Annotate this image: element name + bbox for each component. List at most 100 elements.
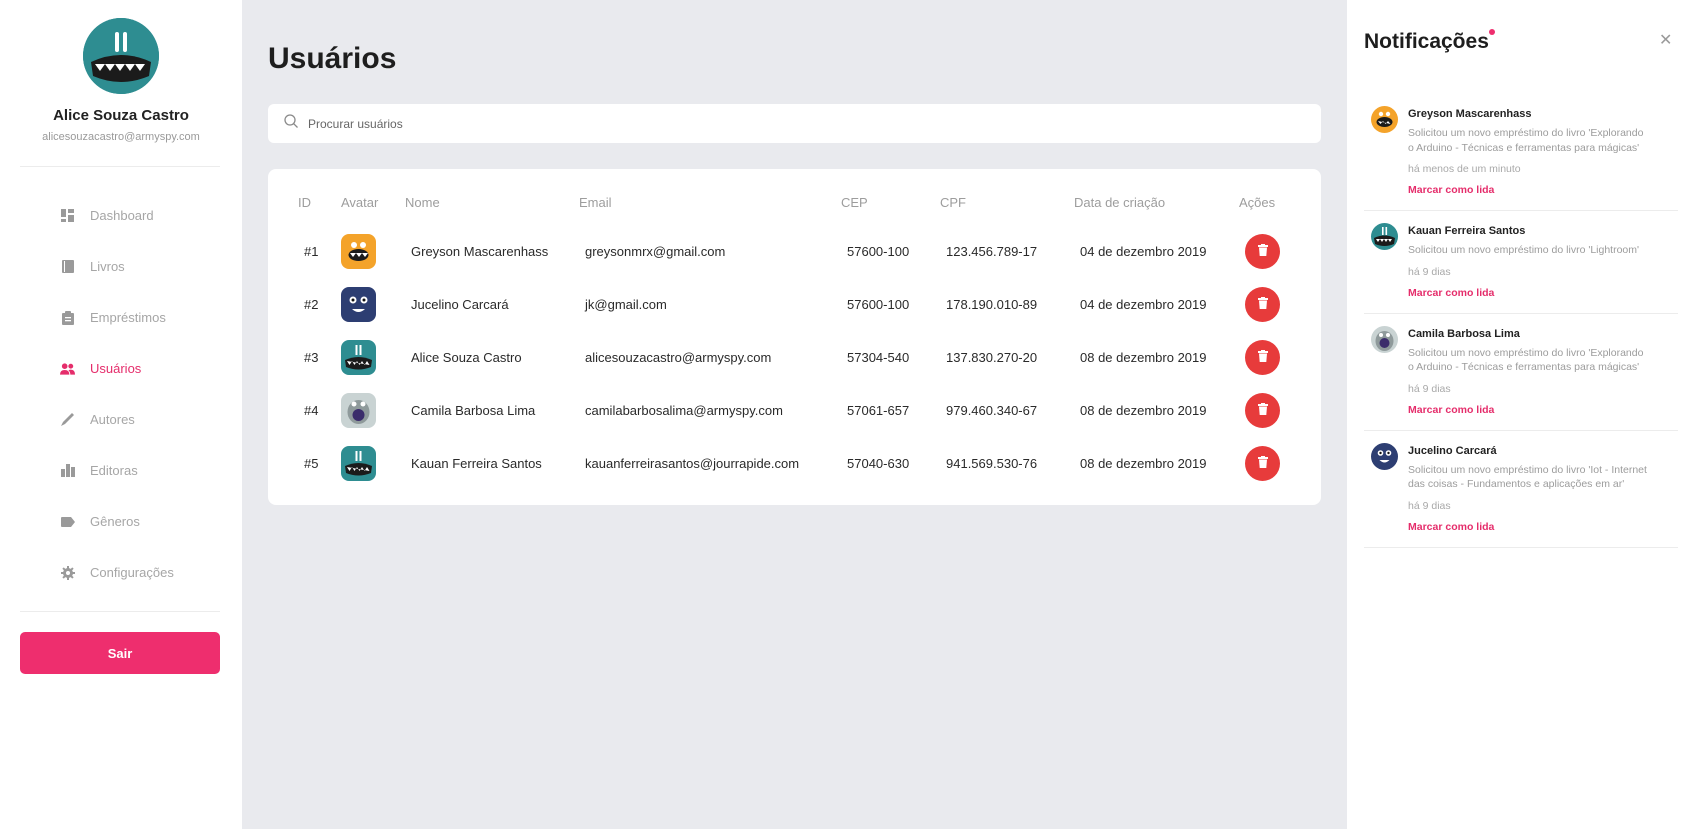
- trash-icon: [1257, 456, 1268, 471]
- trash-icon: [1257, 297, 1268, 312]
- cell-email: alicesouzacastro@armyspy.com: [585, 350, 772, 365]
- sidebar-item-livros[interactable]: Livros: [0, 241, 242, 292]
- close-icon[interactable]: ✕: [1659, 30, 1672, 50]
- cell-nome: Jucelino Carcará: [411, 297, 509, 312]
- logout-button[interactable]: Sair: [20, 632, 220, 674]
- orange-monster-avatar: [341, 234, 376, 269]
- notification-time: há 9 dias: [1408, 499, 1451, 512]
- gray-monster-avatar: [341, 393, 376, 428]
- cell-cep: 57600-100: [847, 297, 910, 312]
- trash-icon: [1257, 403, 1268, 418]
- table-header-row: ID Avatar Nome Email CEP CPF Data de cri…: [268, 169, 1321, 225]
- notification-item: Jucelino Carcará Solicitou um novo empré…: [1364, 431, 1678, 548]
- gear-icon: [60, 565, 75, 580]
- cell-nome: Kauan Ferreira Santos: [411, 456, 542, 471]
- cell-data: 08 de dezembro 2019: [1080, 403, 1207, 418]
- cell-id: #2: [304, 297, 319, 312]
- users-table-card: ID Avatar Nome Email CEP CPF Data de cri…: [268, 169, 1321, 505]
- profile-name: Alice Souza Castro: [53, 107, 189, 124]
- delete-user-button[interactable]: [1245, 234, 1280, 269]
- cell-cep: 57061-657: [847, 403, 910, 418]
- clipboard-icon: [60, 310, 75, 325]
- sidebar-item-editoras[interactable]: Editoras: [0, 445, 242, 496]
- sidebar-item-label: Usuários: [90, 361, 142, 376]
- cell-cep: 57600-100: [847, 244, 910, 259]
- table-row: #2 Jucelino Carcará jk@gmail.com 57600-1…: [268, 278, 1321, 331]
- sidebar-item-label: Dashboard: [90, 208, 154, 223]
- notification-item: Kauan Ferreira Santos Solicitou um novo …: [1364, 211, 1678, 314]
- sidebar-nav: Dashboard Livros Empréstimos Usuários Au…: [0, 190, 242, 598]
- delete-user-button[interactable]: [1245, 340, 1280, 375]
- cell-cep: 57304-540: [847, 350, 910, 365]
- notification-user: Camila Barbosa Lima: [1408, 327, 1520, 340]
- divider: [20, 611, 220, 612]
- mark-as-read-link[interactable]: Marcar como lida: [1408, 184, 1678, 196]
- cell-nome: Greyson Mascarenhass: [411, 244, 549, 259]
- teal-monster-avatar: [341, 340, 376, 375]
- column-header-cep: CEP: [841, 194, 868, 210]
- notifications-list: Greyson Mascarenhass Solicitou um novo e…: [1364, 94, 1678, 548]
- cell-cep: 57040-630: [847, 456, 910, 471]
- notifications-title: Notificações: [1364, 30, 1489, 53]
- cell-data: 04 de dezembro 2019: [1080, 297, 1207, 312]
- unread-dot: [1489, 29, 1495, 35]
- notification-message: Solicitou um novo empréstimo do livro 'E…: [1408, 127, 1644, 154]
- cell-id: #3: [304, 350, 319, 365]
- mark-as-read-link[interactable]: Marcar como lida: [1408, 404, 1678, 416]
- column-header-avatar: Avatar: [341, 194, 379, 210]
- search-icon: [284, 114, 298, 133]
- trash-icon: [1257, 350, 1268, 365]
- cell-email: camilabarbosalima@armyspy.com: [585, 403, 783, 418]
- notification-message: Solicitou um novo empréstimo do livro 'E…: [1408, 346, 1644, 374]
- sidebar-item-autores[interactable]: Autores: [0, 394, 242, 445]
- notification-time: há 9 dias: [1408, 382, 1451, 395]
- sidebar-item-label: Configurações: [90, 565, 174, 580]
- teal-monster-avatar: [341, 446, 376, 481]
- sidebar-item-generos[interactable]: Gêneros: [0, 496, 242, 547]
- mark-as-read-link[interactable]: Marcar como lida: [1408, 287, 1678, 299]
- gray-monster-avatar: [1371, 325, 1398, 353]
- cell-data: 08 de dezembro 2019: [1080, 350, 1207, 365]
- search-bar[interactable]: [268, 104, 1321, 143]
- cell-data: 04 de dezembro 2019: [1080, 244, 1207, 259]
- cell-id: #4: [304, 403, 319, 418]
- users-table: ID Avatar Nome Email CEP CPF Data de cri…: [268, 169, 1321, 490]
- navy-monster-avatar: [341, 287, 376, 322]
- users-icon: [60, 361, 75, 376]
- column-header-cpf: CPF: [940, 194, 966, 210]
- cell-data: 08 de dezembro 2019: [1080, 456, 1207, 471]
- divider: [20, 166, 220, 167]
- cell-nome: Alice Souza Castro: [411, 350, 522, 365]
- mark-as-read-link[interactable]: Marcar como lida: [1408, 521, 1678, 533]
- sidebar-item-emprestimos[interactable]: Empréstimos: [0, 292, 242, 343]
- cell-cpf: 178.190.010-89: [946, 297, 1038, 312]
- page-title: Usuários: [268, 42, 397, 75]
- profile-avatar[interactable]: [83, 18, 159, 94]
- notification-message: Solicitou um novo empréstimo do livro 'I…: [1408, 463, 1647, 491]
- delete-user-button[interactable]: [1245, 446, 1280, 481]
- sidebar-item-usuarios[interactable]: Usuários: [0, 343, 242, 394]
- notification-time: há menos de um minuto: [1408, 163, 1521, 175]
- notification-time: há 9 dias: [1408, 265, 1451, 278]
- search-input[interactable]: [308, 116, 1208, 131]
- sidebar-item-label: Livros: [90, 259, 125, 274]
- sidebar-item-dashboard[interactable]: Dashboard: [0, 190, 242, 241]
- notification-user: Greyson Mascarenhass: [1408, 108, 1532, 120]
- building-icon: [60, 463, 75, 478]
- column-header-data: Data de criação: [1074, 194, 1166, 210]
- sidebar-item-configuracoes[interactable]: Configurações: [0, 547, 242, 598]
- navy-monster-avatar: [1371, 442, 1398, 470]
- delete-user-button[interactable]: [1245, 287, 1280, 322]
- book-icon: [60, 259, 75, 274]
- cell-cpf: 137.830.270-20: [946, 350, 1038, 365]
- column-header-acoes: Ações: [1239, 194, 1276, 210]
- column-header-email: Email: [579, 194, 612, 210]
- table-row: #3 Alice Souza Castro alicesouzacastro@a…: [268, 331, 1321, 384]
- cell-id: #5: [304, 456, 319, 471]
- notification-item: Camila Barbosa Lima Solicitou um novo em…: [1364, 314, 1678, 431]
- notification-message: Solicitou um novo empréstimo do livro 'L…: [1408, 244, 1640, 256]
- cell-cpf: 123.456.789-17: [946, 244, 1038, 259]
- cell-cpf: 941.569.530-76: [946, 456, 1038, 471]
- trash-icon: [1257, 244, 1268, 259]
- delete-user-button[interactable]: [1245, 393, 1280, 428]
